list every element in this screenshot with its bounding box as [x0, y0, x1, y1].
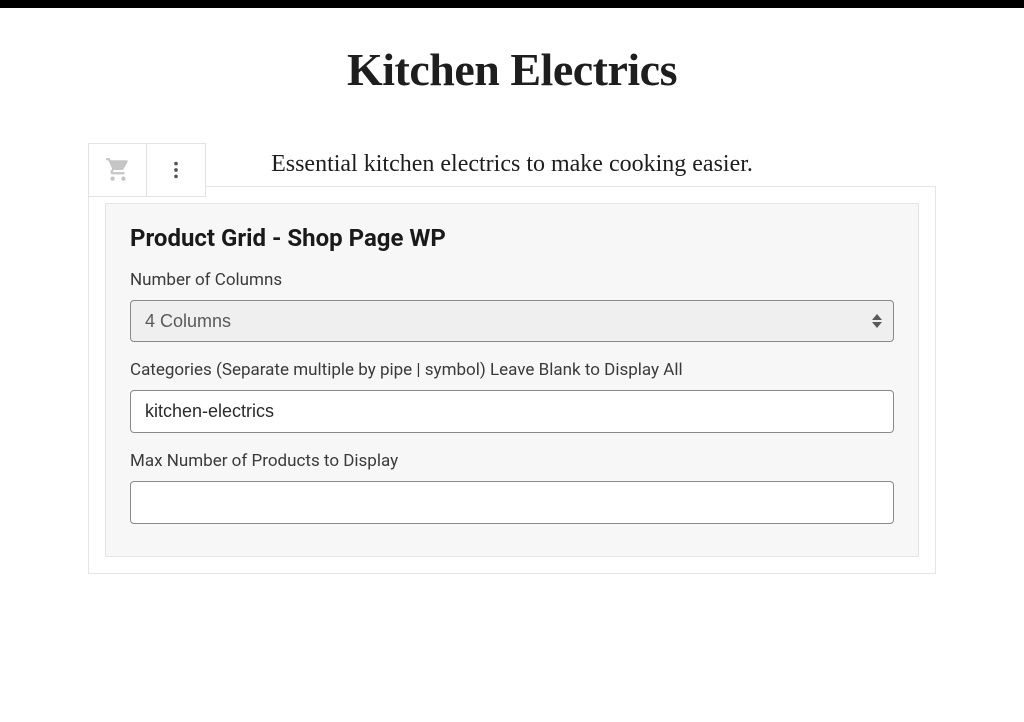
block-type-button[interactable] — [89, 144, 147, 196]
block-more-options-button[interactable] — [147, 144, 205, 196]
categories-input[interactable] — [130, 390, 894, 433]
block-title: Product Grid - Shop Page WP — [130, 224, 894, 252]
block-container[interactable]: Product Grid - Shop Page WP Number of Co… — [88, 186, 936, 574]
block-settings-panel: Product Grid - Shop Page WP Number of Co… — [105, 203, 919, 557]
max-products-input[interactable] — [130, 481, 894, 524]
columns-label: Number of Columns — [130, 270, 894, 290]
categories-label: Categories (Separate multiple by pipe | … — [130, 360, 894, 380]
cart-icon — [105, 157, 131, 183]
block-toolbar — [88, 143, 206, 197]
max-products-label: Max Number of Products to Display — [130, 451, 894, 471]
more-vertical-icon — [165, 159, 187, 181]
window-top-bar — [0, 0, 1024, 8]
columns-select[interactable]: 4 Columns — [130, 300, 894, 342]
page-title[interactable]: Kitchen Electrics — [0, 43, 1024, 96]
